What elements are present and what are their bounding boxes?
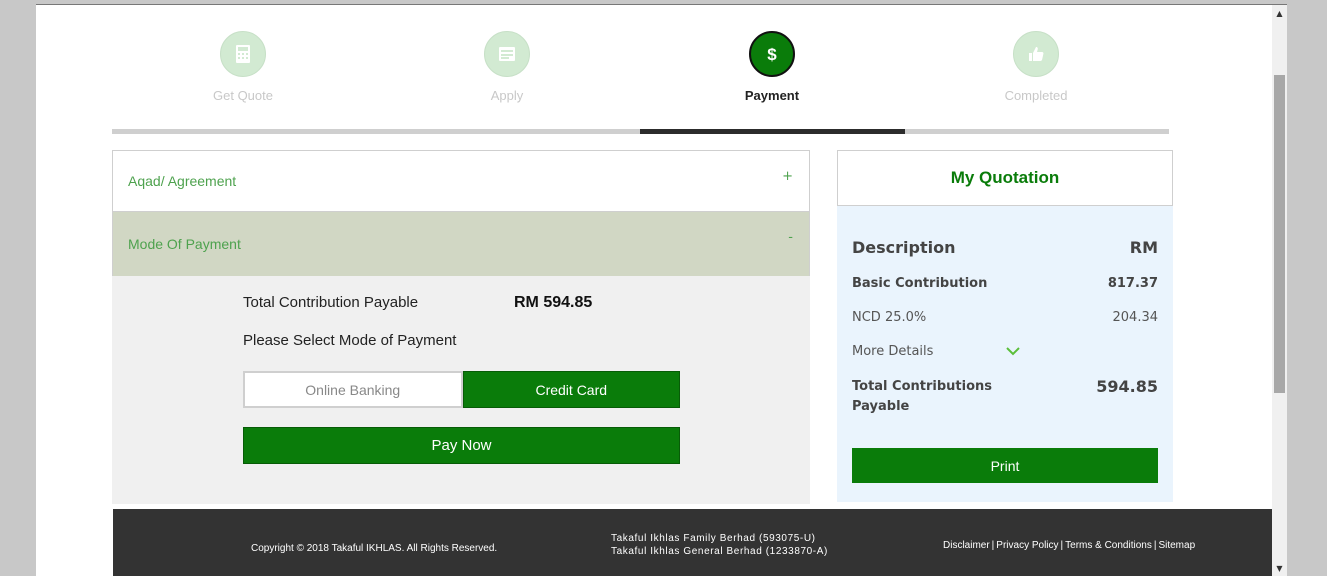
online-banking-button[interactable]: Online Banking — [243, 371, 463, 408]
step-apply: Apply — [407, 5, 607, 103]
payment-section: Total Contribution Payable RM 594.85 Ple… — [112, 276, 810, 504]
basic-contribution-label: Basic Contribution — [852, 276, 988, 291]
pay-now-button[interactable]: Pay Now — [243, 427, 680, 464]
accordion-mode-of-payment[interactable]: Mode Of Payment - — [112, 212, 810, 276]
company-family-line: Takaful Ikhlas Family Berhad (593075-U) — [611, 533, 816, 544]
dollar-icon: $ — [749, 31, 795, 77]
total-contribution-label: Total Contribution Payable — [243, 294, 419, 311]
credit-card-button[interactable]: Credit Card — [462, 371, 680, 408]
disclaimer-link[interactable]: Disclaimer — [943, 540, 990, 551]
step-label: Payment — [744, 88, 800, 103]
privacy-policy-link[interactable]: Privacy Policy — [996, 540, 1058, 551]
ncd-label: NCD 25.0% — [852, 310, 927, 325]
step-payment: $ Payment — [672, 5, 872, 103]
quotation-header: My Quotation — [837, 150, 1173, 206]
calculator-icon — [220, 31, 266, 77]
description-label: Description — [852, 238, 956, 257]
total-contribution-value: RM 594.85 — [514, 294, 593, 311]
total-contributions-label: Total Contributions Payable — [852, 379, 993, 414]
currency-label: RM — [1129, 238, 1158, 257]
scroll-down-icon[interactable]: ▼ — [1272, 564, 1287, 574]
scrollbar-thumb[interactable] — [1274, 75, 1285, 393]
company-info: Takaful Ikhlas Family Berhad (593075-U) … — [611, 532, 828, 558]
terms-conditions-link[interactable]: Terms & Conditions — [1065, 540, 1152, 551]
company-general-line: Takaful Ikhlas General Berhad (1233870-A… — [611, 546, 828, 557]
quotation-title: My Quotation — [950, 168, 1060, 187]
print-button[interactable]: Print — [852, 448, 1158, 483]
chevron-down-icon[interactable] — [1006, 346, 1020, 356]
thumbs-up-icon — [1013, 31, 1059, 77]
step-label: Get Quote — [213, 88, 273, 103]
footer-links: Disclaimer | Privacy Policy | Terms & Condit… — [943, 540, 1196, 551]
more-details-label[interactable]: More Details — [852, 344, 933, 359]
collapse-icon[interactable]: - — [788, 230, 793, 245]
accordion-title: Mode Of Payment — [128, 236, 241, 252]
payment-page: Get Quote Apply $ Payment Completed Aqad… — [36, 5, 1272, 576]
quotation-header-row: Description RM — [852, 238, 1158, 257]
svg-text:$: $ — [767, 45, 777, 64]
footer: Copyright © 2018 Takaful IKHLAS. All Rig… — [113, 509, 1272, 576]
accordion-agreement[interactable]: Aqad/ Agreement + — [112, 150, 810, 212]
step-completed: Completed — [936, 5, 1136, 103]
accordion-title: Aqad/ Agreement — [128, 173, 237, 189]
step-label: Completed — [1004, 88, 1068, 103]
form-icon — [484, 31, 530, 77]
copyright-text: Copyright © 2018 Takaful IKHLAS. All Rig… — [251, 543, 498, 554]
more-details-toggle[interactable]: More Details — [852, 344, 1158, 359]
total-contributions-row: Total Contributions Payable 594.85 — [852, 377, 1158, 417]
basic-contribution-row: Basic Contribution 817.37 — [852, 276, 1158, 291]
progress-indicator — [640, 129, 905, 134]
step-get-quote: Get Quote — [143, 5, 343, 103]
total-contributions-value: 594.85 — [1096, 377, 1158, 396]
scroll-up-icon[interactable]: ▲ — [1272, 9, 1287, 19]
vertical-scrollbar[interactable]: ▲ ▼ — [1272, 5, 1287, 576]
ncd-row: NCD 25.0% 204.34 — [852, 310, 1158, 325]
sitemap-link[interactable]: Sitemap — [1158, 540, 1195, 551]
payment-mode-toggle: Online Banking Credit Card — [243, 371, 680, 408]
ncd-value: 204.34 — [1112, 310, 1159, 325]
select-payment-label: Please Select Mode of Payment — [243, 332, 457, 349]
basic-contribution-value: 817.37 — [1107, 276, 1158, 291]
step-label: Apply — [490, 88, 524, 103]
expand-icon[interactable]: + — [782, 169, 793, 184]
